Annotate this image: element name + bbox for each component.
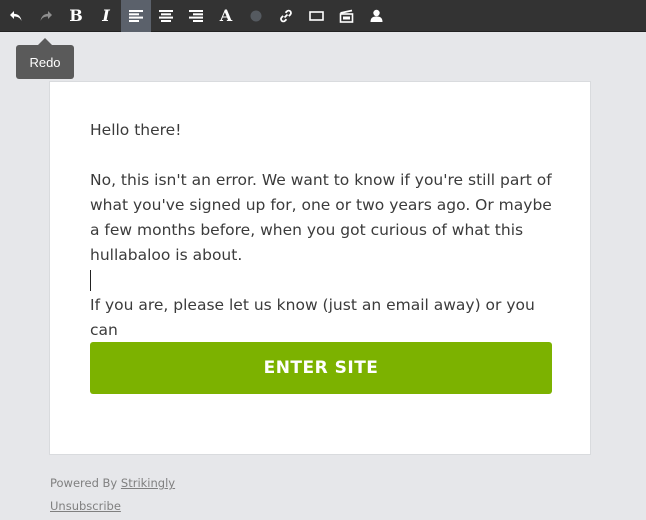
link-button[interactable]	[271, 0, 301, 32]
color-dot-icon	[250, 10, 262, 21]
insert-button-button[interactable]	[301, 0, 331, 32]
enter-site-button[interactable]: ENTER SITE	[90, 342, 552, 394]
undo-button[interactable]	[1, 0, 31, 32]
bold-icon: B	[69, 5, 83, 25]
editor-toolbar: B I A	[0, 0, 646, 32]
redo-button[interactable]	[31, 0, 61, 32]
email-card: Hello there! No, this isn't an error. We…	[49, 81, 591, 455]
align-left-button[interactable]	[121, 0, 151, 32]
powered-by-prefix: Powered By	[50, 476, 121, 490]
align-right-button[interactable]	[181, 0, 211, 32]
media-button[interactable]	[331, 0, 361, 32]
user-button[interactable]	[361, 0, 391, 32]
body-paragraph-2: If you are, please let us know (just an …	[90, 296, 535, 339]
redo-icon	[40, 10, 52, 21]
text-cursor	[90, 270, 91, 291]
greeting-text: Hello there!	[90, 121, 182, 139]
powered-by-text: Powered By Strikingly	[50, 476, 175, 490]
user-icon	[370, 9, 382, 22]
align-right-icon	[189, 9, 203, 22]
media-icon	[339, 9, 353, 23]
cursor-line	[90, 268, 560, 293]
italic-button[interactable]: I	[91, 0, 121, 32]
link-icon	[280, 9, 292, 22]
color-button[interactable]	[241, 0, 271, 32]
strikingly-link[interactable]: Strikingly	[121, 476, 175, 490]
email-body[interactable]: Hello there! No, this isn't an error. We…	[90, 118, 560, 343]
font-icon: A	[219, 5, 233, 25]
unsubscribe-link[interactable]: Unsubscribe	[50, 499, 121, 513]
align-left-icon	[129, 9, 143, 22]
align-center-icon	[159, 9, 173, 22]
body-paragraph-1: No, this isn't an error. We want to know…	[90, 171, 552, 264]
align-center-button[interactable]	[151, 0, 181, 32]
button-icon	[308, 10, 324, 21]
bold-button[interactable]: B	[61, 0, 91, 32]
unsubscribe-container: Unsubscribe	[50, 499, 121, 513]
undo-icon	[10, 10, 22, 21]
font-button[interactable]: A	[211, 0, 241, 32]
italic-icon: I	[102, 5, 110, 25]
redo-tooltip: Redo	[16, 38, 74, 79]
